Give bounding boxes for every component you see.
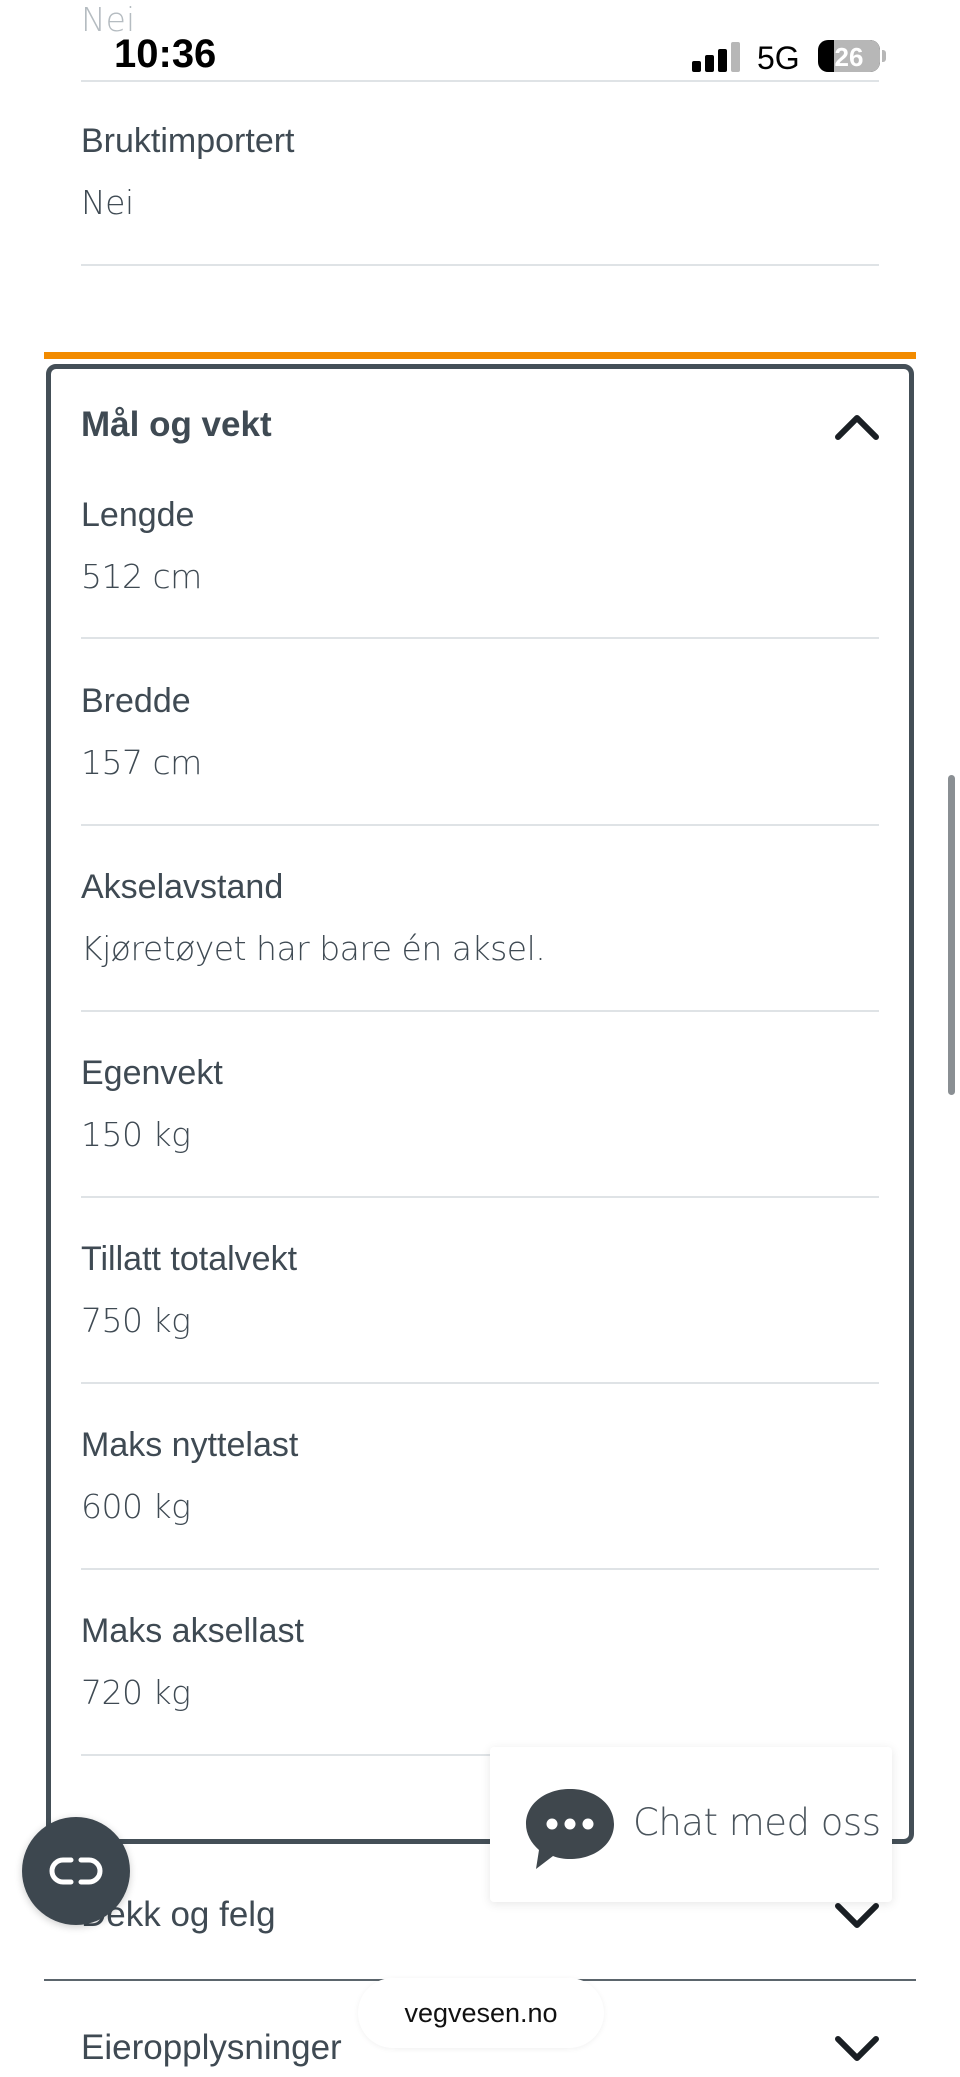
panel-accent-bar [44, 352, 916, 359]
row-label: Bruktimportert [81, 122, 295, 160]
chevron-down-icon[interactable] [834, 1902, 880, 1930]
row-value: 512 cm [81, 557, 202, 596]
info-row-bruktimportert: Bruktimportert Nei [81, 122, 879, 266]
info-row-akselavstand: Akselavstand Kjøretøyet har bare én akse… [81, 868, 879, 1012]
signal-icon [692, 42, 742, 72]
status-time: 10:36 [114, 32, 217, 76]
browser-url-bar[interactable]: vegvesen.no [358, 1978, 604, 2048]
chevron-down-icon[interactable] [834, 2035, 880, 2063]
chat-button[interactable]: Chat med oss [490, 1747, 892, 1902]
battery-icon: 26 [818, 40, 880, 72]
row-label: Tillatt totalvekt [81, 1240, 298, 1278]
chat-bubble-icon [526, 1789, 614, 1869]
row-divider [81, 80, 879, 82]
chat-label: Chat med oss [633, 1801, 881, 1844]
status-bar: Nei 10:36 5G 26 [0, 0, 960, 80]
row-label: Egenvekt [81, 1054, 223, 1092]
browser-url-text: vegvesen.no [404, 1998, 558, 2028]
section-title-eieropplysninger[interactable]: Eieropplysninger [81, 2028, 342, 2068]
row-value: 150 kg [81, 1115, 191, 1154]
row-divider [81, 1196, 879, 1198]
info-row-maks-nyttelast: Maks nyttelast 600 kg [81, 1426, 879, 1570]
row-divider [81, 1382, 879, 1384]
info-row-maks-aksellast: Maks aksellast 720 kg [81, 1612, 879, 1756]
reader-mode-button[interactable] [22, 1817, 130, 1925]
row-label: Lengde [81, 496, 195, 534]
row-divider [81, 637, 879, 639]
row-value: 750 kg [81, 1301, 191, 1340]
row-value: Kjøretøyet har bare én aksel. [81, 929, 546, 968]
row-label: Bredde [81, 682, 191, 720]
row-value: 600 kg [81, 1487, 191, 1526]
row-value: 720 kg [81, 1673, 191, 1712]
panel-title[interactable]: Mål og vekt [81, 405, 272, 445]
row-divider [81, 1010, 879, 1012]
info-row-tillatt-totalvekt: Tillatt totalvekt 750 kg [81, 1240, 879, 1384]
network-type: 5G [757, 40, 800, 76]
row-divider [81, 824, 879, 826]
info-row-lengde: Lengde 512 cm [81, 496, 879, 639]
scrollbar[interactable] [948, 775, 955, 1095]
battery-level: 26 [834, 42, 864, 72]
row-divider [81, 1568, 879, 1570]
chevron-up-icon[interactable] [834, 413, 880, 441]
battery-cap [882, 50, 886, 62]
row-label: Akselavstand [81, 868, 284, 906]
row-label: Maks nyttelast [81, 1426, 299, 1464]
row-label: Maks aksellast [81, 1612, 304, 1650]
row-divider [81, 264, 879, 266]
reader-mode-icon [49, 1857, 103, 1885]
row-value: Nei [81, 183, 134, 222]
row-value: 157 cm [81, 743, 202, 782]
info-row-egenvekt: Egenvekt 150 kg [81, 1054, 879, 1198]
info-row-bredde: Bredde 157 cm [81, 682, 879, 826]
